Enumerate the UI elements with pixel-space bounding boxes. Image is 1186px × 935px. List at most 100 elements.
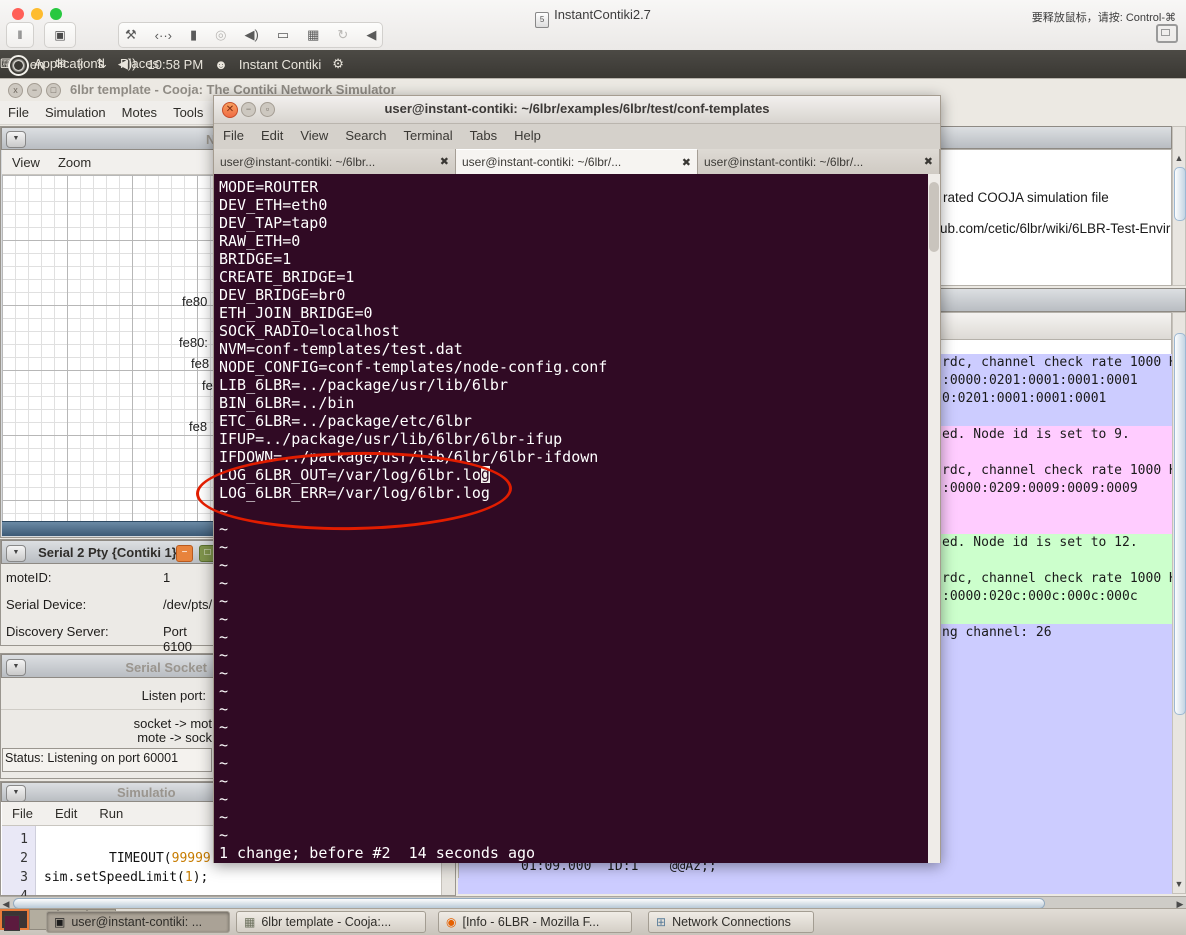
- vm-tool-icon[interactable]: ↻: [337, 27, 348, 43]
- tab-close-icon[interactable]: ✖: [682, 156, 691, 169]
- code-line-3[interactable]: sim.setSpeedLimit(1);: [44, 870, 208, 885]
- terminal-tab[interactable]: user@instant-contiki: ~/6lbr/... ✖: [456, 149, 698, 174]
- notes-scrollbar-thumb[interactable]: [1174, 167, 1186, 221]
- taskbar: ▣ user@instant-contiki: ... ▦ 6lbr templ…: [0, 908, 1186, 935]
- log-text: rdc, channel check rate 1000 Hz: [942, 463, 1172, 478]
- terminal-menu-item[interactable]: Tabs: [470, 128, 497, 149]
- terminal-line: RAW_ETH=0: [219, 232, 929, 250]
- scroll-up-icon[interactable]: ▲: [1173, 153, 1185, 163]
- terminal-scrollbar[interactable]: [928, 174, 940, 863]
- terminal-line: NVM=conf-templates/test.dat: [219, 340, 929, 358]
- vm-tool-icon[interactable]: ‹··›: [155, 28, 172, 43]
- vm-tool-icon[interactable]: ◀): [244, 27, 258, 43]
- network-header[interactable]: ▼ N: [1, 127, 214, 150]
- mote-scrollbar-thumb[interactable]: [1174, 333, 1186, 715]
- network-grid[interactable]: fe80fe80:fe8fefe8: [2, 175, 215, 521]
- terminal-tab[interactable]: user@instant-contiki: ~/6lbr... ✖: [214, 149, 456, 174]
- vm-tool-icon[interactable]: ◎: [215, 27, 226, 43]
- terminal-line: ~: [219, 826, 929, 844]
- cooja-menubar: FileSimulationMotesToolsSe: [0, 101, 215, 125]
- terminal-line: LIB_6LBR=../package/usr/lib/6lbr: [219, 376, 929, 394]
- cooja-menu-item[interactable]: Motes: [122, 105, 157, 124]
- terminal-menu-item[interactable]: View: [300, 128, 328, 149]
- taskbar-button[interactable]: ▦ 6lbr template - Cooja:...: [236, 911, 426, 933]
- notes-line: rated COOJA simulation file: [943, 190, 1109, 205]
- terminal-menu-item[interactable]: Help: [514, 128, 541, 149]
- tab-label: user@instant-contiki: ~/6lbr/...: [462, 155, 676, 169]
- terminal-menu-item[interactable]: Search: [345, 128, 386, 149]
- taskbar-button[interactable]: ◉ [Info - 6LBR - Mozilla F...: [438, 911, 632, 933]
- terminal-line: DEV_ETH=eth0: [219, 196, 929, 214]
- code-line-2[interactable]: TIMEOUT(99999: [109, 851, 211, 866]
- terminal-menubar: File Edit View Search Terminal Tabs Help: [214, 123, 940, 149]
- taskbar-button[interactable]: ▣ user@instant-contiki: ...: [46, 911, 230, 933]
- pause-icon: ‖: [18, 28, 23, 42]
- taskbar-button-label: user@instant-contiki: ...: [71, 915, 202, 929]
- field-label: moteID:: [6, 570, 52, 585]
- terminal-menu-item[interactable]: Terminal: [404, 128, 453, 149]
- cooja-menu-item[interactable]: Simulation: [45, 105, 106, 124]
- cooja-menu-item[interactable]: File: [8, 105, 29, 124]
- taskbar-button[interactable]: ⊞ Network Connections: [648, 911, 814, 933]
- menu-applications[interactable]: Applications: [34, 56, 104, 71]
- mote-scrollbar[interactable]: ▼: [1172, 312, 1186, 894]
- vm-tool-icon[interactable]: ▮: [190, 27, 197, 43]
- maximize-icon[interactable]: □: [46, 83, 61, 98]
- terminal-line: ~: [219, 790, 929, 808]
- network-scrollbar[interactable]: [2, 521, 215, 536]
- terminal-tab[interactable]: user@instant-contiki: ~/6lbr/... ✖: [698, 149, 940, 174]
- cooja-menu-item[interactable]: Tools: [173, 105, 203, 124]
- vm-display-icon[interactable]: [1156, 24, 1178, 43]
- notes-line: ub.com/cetic/6lbr/wiki/6LBR-Test-Envir: [940, 221, 1170, 236]
- script-menu-item[interactable]: Edit: [55, 806, 77, 825]
- terminal-menu-item[interactable]: File: [223, 128, 244, 149]
- serial-socket-header[interactable]: ▼ Serial Socket: [1, 654, 214, 678]
- scroll-down-icon[interactable]: ▼: [1173, 879, 1185, 889]
- log-text: ed. Node id is set to 12.: [942, 535, 1138, 550]
- network-menubar: View Zoom: [2, 150, 215, 175]
- ubuntu-top-panel: Applications Places ⌨ en ✉ ᛒ ⇅ ◀)) 10:58…: [0, 50, 1186, 78]
- log-text: rdc, channel check rate 1000 Hz: [942, 571, 1172, 586]
- script-menu-item[interactable]: File: [12, 806, 33, 825]
- network-menu-item[interactable]: Zoom: [58, 155, 91, 174]
- system-tray: ⌨ en ✉ ᛒ ⇅ ◀)) 10:58 PM ☻ Instant Contik…: [0, 50, 1186, 78]
- network-menu-item[interactable]: View: [12, 155, 40, 174]
- log-text: rdc, channel check rate 1000 Hz: [942, 355, 1172, 370]
- script-menu-item[interactable]: Run: [99, 806, 123, 825]
- minimize-icon[interactable]: −: [176, 545, 193, 562]
- terminal-titlebar[interactable]: ✕ − ▫ user@instant-contiki: ~/6lbr/examp…: [214, 96, 940, 124]
- vm-tool-icon[interactable]: ▭: [277, 27, 289, 43]
- terminal-line: BIN_6LBR=../bin: [219, 394, 929, 412]
- log-row[interactable]: 01:12.143 ID:1 @@!RAz;;: [459, 876, 1172, 878]
- tab-close-icon[interactable]: ✖: [924, 155, 933, 168]
- close-icon[interactable]: x: [8, 83, 23, 98]
- vm-tool-icon[interactable]: ⚒: [125, 27, 137, 43]
- terminal-scrollbar-thumb[interactable]: [929, 182, 939, 252]
- terminal-line: ~: [219, 628, 929, 646]
- terminal-line: IFUP=../package/usr/lib/6lbr/6lbr-ifup: [219, 430, 929, 448]
- divider: [1, 709, 214, 710]
- serial-pty-header[interactable]: ▼ Serial 2 Pty {Contiki 1} − □: [1, 540, 214, 564]
- network-panel: ▼ N View Zoom fe80fe80:fe8fefe8: [0, 126, 215, 538]
- ubuntu-logo-icon[interactable]: [8, 55, 29, 76]
- terminal-line: ~: [219, 700, 929, 718]
- vm-tool-icon[interactable]: ▦: [307, 27, 319, 43]
- terminal-line: ~: [219, 682, 929, 700]
- vm-tool-icon[interactable]: ◀: [366, 27, 376, 43]
- terminal-line: ~: [219, 556, 929, 574]
- gear-icon[interactable]: ⚙: [332, 56, 344, 72]
- tab-label: user@instant-contiki: ~/6lbr/...: [704, 155, 918, 169]
- terminal-menu-item[interactable]: Edit: [261, 128, 283, 149]
- minimize-icon[interactable]: −: [27, 83, 42, 98]
- show-desktop-icon[interactable]: [4, 915, 20, 931]
- vm-pause-button[interactable]: ‖: [6, 22, 34, 48]
- terminal-line: ~: [219, 574, 929, 592]
- terminal-line: ~: [219, 538, 929, 556]
- serial-pty-panel: ▼ Serial 2 Pty {Contiki 1} − □ moteID: 1…: [0, 539, 215, 646]
- menu-places[interactable]: Places: [120, 56, 159, 71]
- tab-close-icon[interactable]: ✖: [440, 155, 449, 168]
- notes-scrollbar[interactable]: ▲: [1172, 126, 1186, 286]
- vm-snapshot-button[interactable]: ▣: [44, 22, 76, 48]
- terminal-line: CREATE_BRIDGE=1: [219, 268, 929, 286]
- session-user[interactable]: Instant Contiki: [239, 57, 321, 72]
